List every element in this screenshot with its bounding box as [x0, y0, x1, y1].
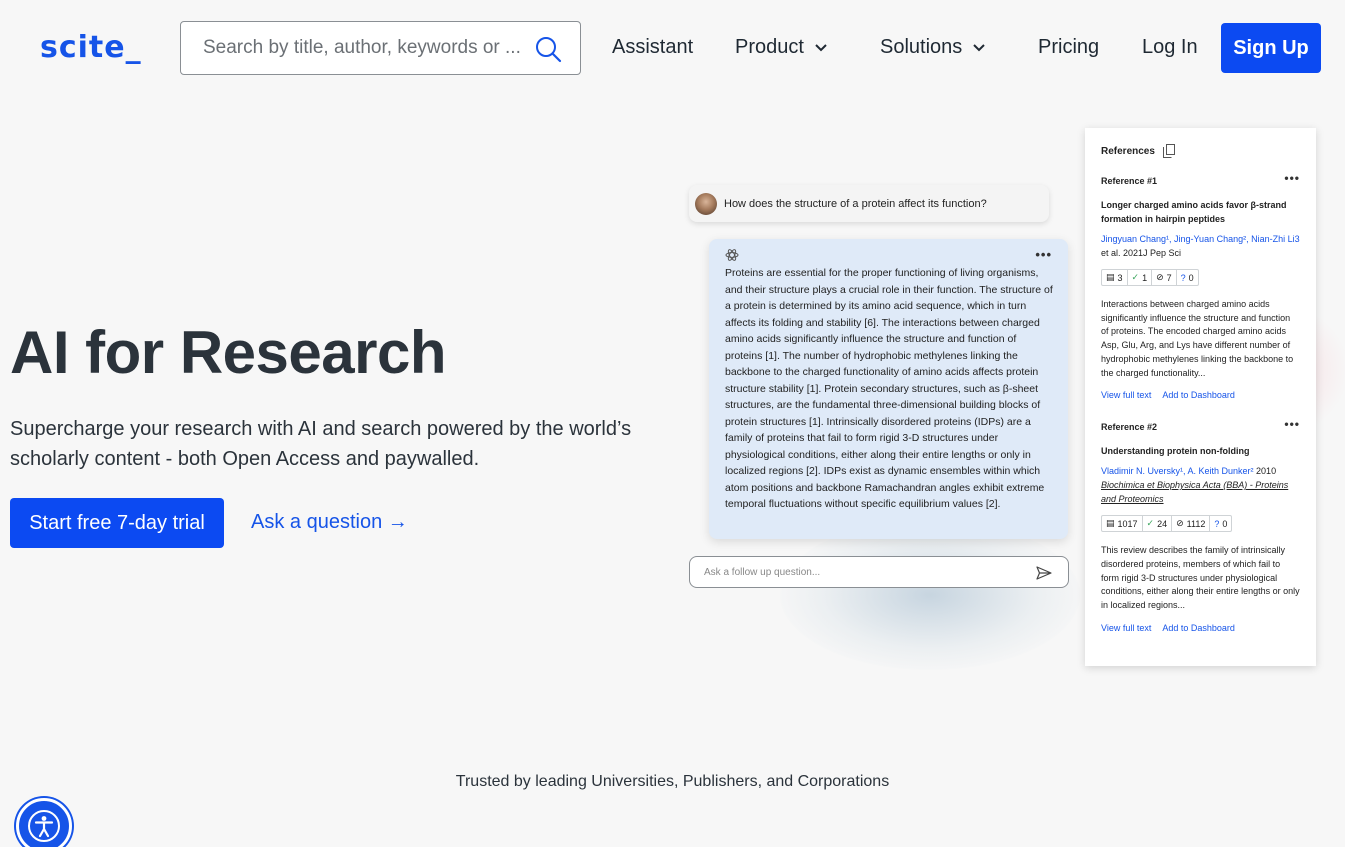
scite-logo[interactable]: scite_ [40, 30, 142, 65]
stat-mentioning-count: 1112 [1186, 518, 1206, 529]
nav-product-label: Product [735, 36, 804, 58]
nav-pricing[interactable]: Pricing [1038, 36, 1099, 59]
nav-assistant-label: Assistant [612, 36, 694, 58]
accessibility-icon [28, 810, 60, 842]
more-options-icon[interactable]: ••• [1035, 247, 1052, 262]
stat-supporting-count: 24 [1157, 518, 1168, 529]
document-icon: ▤ [1106, 518, 1115, 529]
search-input[interactable] [181, 37, 521, 59]
check-circle-icon: ✓ [1131, 272, 1140, 282]
reference-author-links[interactable]: Jingyuan Chang¹, Jing-Yuan Chang², Nian-… [1101, 234, 1300, 244]
reference-label: Reference #1 ••• [1101, 171, 1300, 186]
stat-supporting[interactable]: ✓ 1 [1128, 270, 1153, 285]
reference-title: Understanding protein non-folding [1101, 446, 1250, 457]
document-icon: ▤ [1106, 272, 1115, 282]
followup-box[interactable] [689, 556, 1069, 588]
reference-actions: View full text Add to Dashboard [1101, 623, 1300, 633]
stat-citing[interactable]: ▤ 1017 [1102, 516, 1143, 532]
stat-citing-count: 1017 [1117, 518, 1138, 529]
reference-label-text: Reference #2 [1101, 422, 1158, 433]
reference-journal[interactable]: Biochimica et Biophysica Acta (BBA) - Pr… [1101, 480, 1288, 504]
reference-label-text: Reference #1 [1101, 176, 1158, 186]
stat-mentioning-count: 7 [1166, 272, 1172, 283]
check-circle-icon: ✓ [1146, 518, 1155, 529]
signup-button[interactable]: Sign Up [1221, 23, 1321, 73]
avatar [695, 192, 717, 215]
question-text: How does the structure of a protein affe… [724, 197, 987, 210]
chevron-down-icon [973, 43, 985, 51]
more-options-icon[interactable]: ••• [1284, 171, 1300, 185]
view-full-text-link[interactable]: View full text [1101, 390, 1151, 400]
answer-text: Proteins are essential for the proper fu… [725, 267, 1053, 510]
question-circle-icon: ? [1180, 272, 1186, 283]
references-heading-text: References [1101, 145, 1155, 157]
stat-supporting[interactable]: ✓ 24 [1143, 516, 1173, 532]
add-to-dashboard-link[interactable]: Add to Dashboard [1162, 623, 1235, 633]
reference-actions: View full text Add to Dashboard [1101, 390, 1300, 400]
view-full-text-link[interactable]: View full text [1101, 623, 1151, 633]
hero-subtitle: Supercharge your research with AI and se… [10, 418, 632, 470]
trusted-by-text: Trusted by leading Universities, Publish… [455, 773, 890, 790]
stat-contrasting-count: 0 [1222, 518, 1228, 529]
assistant-answer-bubble: ••• Proteins are essential for the prope… [709, 239, 1068, 539]
reference-abstract: This review describes the family of intr… [1101, 545, 1300, 611]
slash-circle-icon: ⊘ [1156, 272, 1164, 282]
ask-question-link[interactable]: Ask a question → [251, 511, 408, 534]
stat-contrasting-count: 0 [1188, 272, 1194, 283]
copy-icon[interactable] [1162, 144, 1175, 158]
nav-pricing-label: Pricing [1038, 36, 1100, 58]
add-to-dashboard-link[interactable]: Add to Dashboard [1162, 390, 1235, 400]
references-heading: References [1101, 144, 1300, 158]
nav-login[interactable]: Log In [1142, 36, 1198, 59]
references-panel: References Reference #1 ••• Longer charg… [1085, 128, 1316, 666]
reference-abstract: Interactions between charged amino acids… [1101, 299, 1294, 378]
reference-authors: Vladimir N. Uversky¹, A. Keith Dunker² 2… [1101, 464, 1300, 506]
nav-solutions[interactable]: Solutions [880, 36, 986, 59]
stat-citing[interactable]: ▤ 3 [1102, 270, 1128, 285]
nav-solutions-label: Solutions [880, 36, 963, 58]
search-icon[interactable] [534, 35, 562, 63]
more-options-icon[interactable]: ••• [1284, 417, 1300, 431]
reference-label: Reference #2 ••• [1101, 417, 1300, 433]
accessibility-button[interactable] [16, 798, 72, 847]
ai-assistant-icon [725, 249, 739, 261]
nav-login-label: Log In [1142, 36, 1198, 58]
stat-mentioning[interactable]: ⊘ 7 [1152, 270, 1177, 285]
user-question-bubble: How does the structure of a protein affe… [689, 185, 1049, 222]
hero-title: AI for Research [10, 319, 447, 386]
search-box[interactable] [180, 21, 581, 75]
nav-product[interactable]: Product [735, 36, 828, 59]
slash-circle-icon: ⊘ [1176, 518, 1184, 529]
stat-supporting-count: 1 [1142, 272, 1148, 283]
stat-contrasting[interactable]: ? 0 [1210, 516, 1231, 531]
reference-meta: 2010 [1253, 466, 1277, 477]
citation-stats: ▤ 3 ✓ 1 ⊘ 7 ? 0 [1101, 269, 1199, 286]
nav-assistant[interactable]: Assistant [612, 36, 693, 59]
send-icon[interactable] [1036, 565, 1052, 581]
reference-authors: Jingyuan Chang¹, Jing-Yuan Chang², Nian-… [1101, 232, 1300, 260]
background-glow [780, 520, 1080, 670]
citation-stats: ▤ 1017 ✓ 24 ⊘ 1112 ? 0 [1101, 515, 1233, 533]
chevron-down-icon [815, 43, 827, 51]
reference-author-links[interactable]: Vladimir N. Uversky¹, A. Keith Dunker² [1101, 466, 1254, 476]
stat-citing-count: 3 [1117, 272, 1123, 283]
question-circle-icon: ? [1214, 518, 1220, 529]
reference-meta: et al. 2021J Pep Sci [1101, 248, 1182, 258]
start-trial-button[interactable]: Start free 7-day trial [10, 498, 224, 548]
stat-contrasting[interactable]: ? 0 [1177, 270, 1198, 285]
stat-mentioning[interactable]: ⊘ 1112 [1172, 516, 1211, 532]
followup-input[interactable] [690, 566, 1010, 578]
reference-title: Longer charged amino acids favor β-stran… [1101, 200, 1287, 224]
